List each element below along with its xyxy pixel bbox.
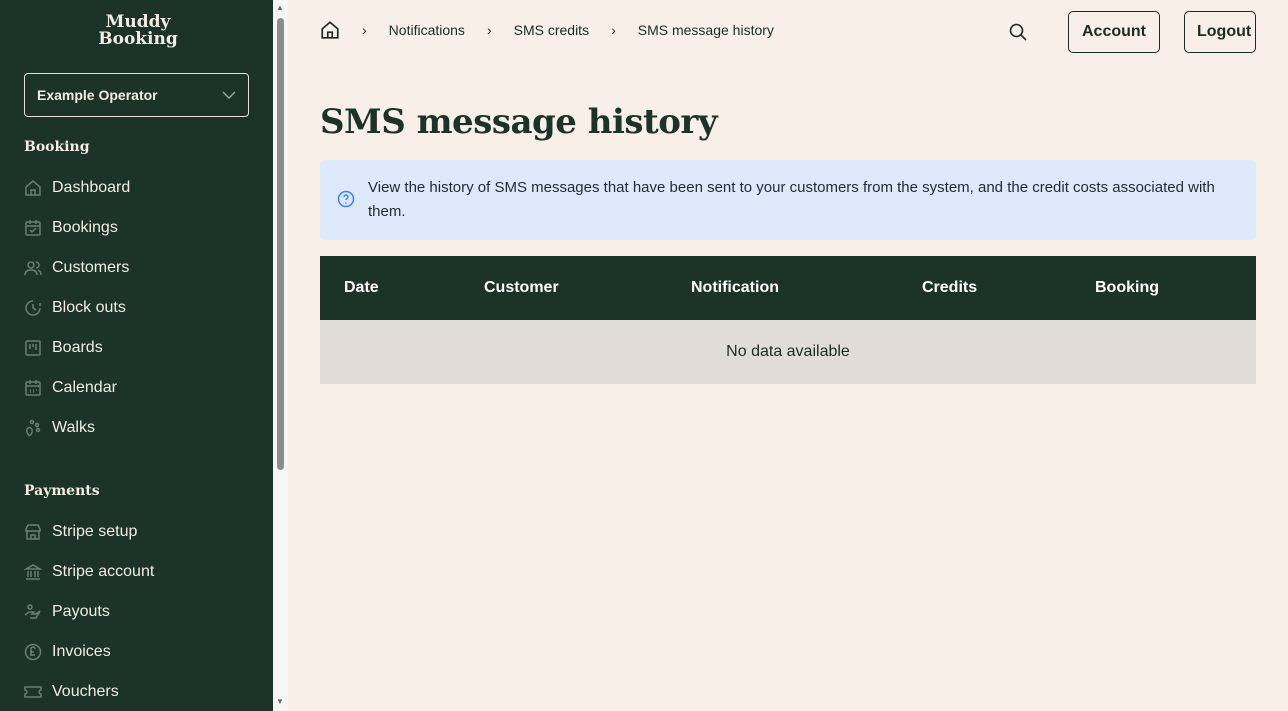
- scroll-up-icon[interactable]: ▲: [276, 3, 284, 12]
- calendar-icon: [25, 380, 41, 396]
- sidebar-item-customers[interactable]: Customers: [24, 256, 129, 280]
- column-booking[interactable]: Booking: [1071, 256, 1256, 320]
- breadcrumb-notifications[interactable]: Notifications: [389, 22, 465, 38]
- search-icon[interactable]: [1008, 22, 1028, 42]
- sidebar-item-vouchers[interactable]: Vouchers: [24, 680, 119, 704]
- chevron-right-icon: ›: [611, 22, 616, 38]
- section-payments: Payments: [24, 483, 100, 499]
- breadcrumb: › Notifications › SMS credits › SMS mess…: [320, 20, 774, 40]
- sidebar-item-boards[interactable]: Boards: [24, 336, 103, 360]
- operator-value: Example Operator: [37, 87, 158, 103]
- pound-icon: [24, 643, 42, 661]
- column-customer[interactable]: Customer: [460, 256, 667, 320]
- board-icon: [25, 340, 41, 356]
- chevron-down-icon: [222, 91, 236, 99]
- paw-icon: [25, 419, 41, 437]
- sidebar-scrollbar[interactable]: ▲ ▼: [273, 0, 288, 711]
- breadcrumb-current: SMS message history: [637, 22, 774, 38]
- sidebar-item-invoices[interactable]: Invoices: [24, 640, 111, 664]
- sidebar-item-label: Boards: [52, 339, 103, 356]
- page-title: SMS message history: [320, 102, 718, 142]
- sidebar-item-label: Bookings: [52, 219, 118, 236]
- sidebar-item-block-outs[interactable]: Block outs: [24, 296, 126, 320]
- column-notification[interactable]: Notification: [667, 256, 898, 320]
- column-date[interactable]: Date: [320, 256, 460, 320]
- sidebar-item-label: Stripe account: [52, 563, 155, 580]
- logout-button[interactable]: Logout: [1184, 11, 1256, 53]
- sidebar-item-dashboard[interactable]: Dashboard: [24, 176, 130, 200]
- ticket-icon: [24, 686, 42, 698]
- account-button[interactable]: Account: [1068, 11, 1160, 53]
- store-icon: [25, 524, 41, 540]
- chevron-right-icon: ›: [486, 22, 492, 38]
- sidebar-item-stripe-account[interactable]: Stripe account: [24, 560, 154, 584]
- scrollbar-thumb[interactable]: [277, 18, 284, 470]
- sidebar-item-label: Invoices: [52, 643, 111, 660]
- home-icon: [25, 180, 41, 196]
- sidebar-item-label: Stripe setup: [52, 523, 138, 540]
- sidebar-item-walks[interactable]: Walks: [24, 416, 95, 440]
- chevron-right-icon: ›: [362, 22, 367, 38]
- scroll-down-icon[interactable]: ▼: [276, 697, 284, 706]
- clock-alert-icon: [25, 300, 41, 316]
- empty-message: No data available: [320, 320, 1256, 384]
- sidebar-item-payouts[interactable]: Payouts: [24, 600, 110, 624]
- info-text: View the history of SMS messages that ha…: [368, 179, 1215, 220]
- sidebar-item-bookings[interactable]: Bookings: [24, 216, 118, 240]
- logo-line: Booking: [98, 29, 178, 49]
- section-booking: Booking: [24, 139, 90, 155]
- column-credits[interactable]: Credits: [898, 256, 1071, 320]
- sidebar-item-label: Customers: [52, 259, 130, 276]
- operator-select[interactable]: Example Operator: [24, 73, 249, 117]
- sidebar-item-calendar[interactable]: Calendar: [24, 376, 117, 400]
- sidebar: Muddy Booking Example Operator Booking Da…: [0, 0, 273, 711]
- muddy-booking-logo[interactable]: Muddy Booking: [80, 14, 196, 56]
- sidebar-item-label: Calendar: [52, 379, 117, 396]
- info-alert: View the history of SMS messages that ha…: [320, 160, 1256, 240]
- sidebar-item-label: Block outs: [52, 299, 126, 316]
- hand-coins-icon: [24, 604, 41, 619]
- calendar-check-icon: [25, 220, 41, 236]
- sidebar-item-stripe-setup[interactable]: Stripe setup: [24, 520, 137, 544]
- breadcrumb-sms-credits[interactable]: SMS credits: [514, 22, 589, 38]
- help-circle-icon: [337, 190, 355, 208]
- sms-history-table: Date Customer Notification Credits Booki…: [320, 256, 1256, 384]
- bank-icon: [24, 564, 42, 580]
- sidebar-item-label: Walks: [52, 419, 95, 436]
- sidebar-item-label: Payouts: [52, 603, 110, 620]
- sidebar-item-label: Dashboard: [52, 179, 131, 196]
- home-icon[interactable]: [320, 20, 340, 40]
- users-icon: [24, 261, 42, 276]
- sidebar-item-label: Vouchers: [52, 683, 119, 700]
